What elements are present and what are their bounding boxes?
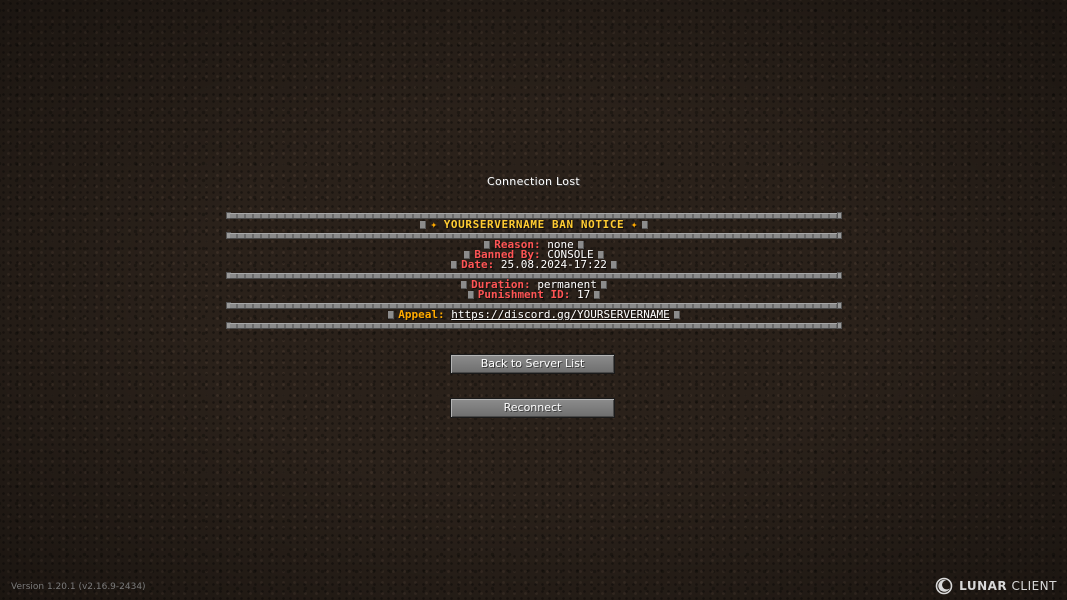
reconnect-button[interactable]: Reconnect (450, 398, 615, 418)
back-to-server-list-button[interactable]: Back to Server List (450, 354, 615, 374)
block-icon (420, 221, 427, 229)
brand-name-light: CLIENT (1011, 579, 1057, 593)
separator (226, 210, 842, 220)
block-icon (388, 311, 395, 319)
date-line: Date: 25.08.2024-17:22 (226, 259, 842, 270)
lunar-client-logo: LUNAR CLIENT (935, 577, 1057, 595)
notice-header-line: ✦ YOURSERVERNAME BAN NOTICE ✦ (226, 219, 842, 230)
appeal-line: Appeal: https://discord.gg/YOURSERVERNAM… (226, 309, 842, 320)
ban-notice: ✦ YOURSERVERNAME BAN NOTICE ✦ Reason: no… (226, 210, 842, 330)
brand-name-strong: LUNAR (959, 579, 1008, 593)
version-label: Version 1.20.1 (v2.16.9-2434) (11, 582, 146, 592)
block-icon (600, 281, 607, 289)
block-icon (673, 311, 680, 319)
block-icon (641, 221, 648, 229)
block-icon (461, 281, 468, 289)
separator (226, 300, 842, 310)
separator (226, 320, 842, 330)
separator (226, 270, 842, 280)
lunar-moon-icon (935, 577, 953, 595)
separator (226, 230, 842, 240)
block-icon (594, 291, 601, 299)
page-title: Connection Lost (487, 175, 580, 188)
block-icon (451, 261, 458, 269)
block-icon (467, 291, 474, 299)
punishment-line: Punishment ID: 17 (226, 289, 842, 300)
block-icon (610, 261, 617, 269)
